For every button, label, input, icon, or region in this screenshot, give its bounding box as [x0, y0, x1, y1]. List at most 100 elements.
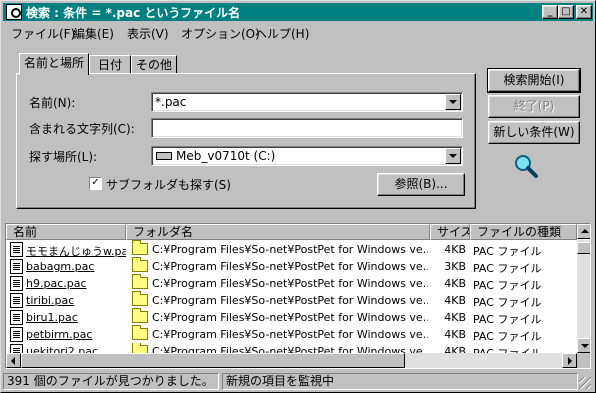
table-row[interactable]: biru1.pac C:¥Program Files¥So-net¥PostPe… — [6, 308, 574, 326]
file-icon — [10, 276, 23, 291]
file-name[interactable]: モモまんじゅうw.pac — [26, 243, 126, 259]
stop-button[interactable]: 終了(P) — [488, 95, 580, 118]
folder-path: C:¥Program Files¥So-net¥PostPet for Wind… — [152, 328, 428, 341]
new-search-button[interactable]: 新しい条件(W) — [488, 121, 580, 144]
magnifier-icon — [515, 155, 538, 178]
menu-options[interactable]: オプション(O) — [181, 25, 260, 42]
table-row[interactable]: モモまんじゅうw.pac C:¥Program Files¥So-net¥Pos… — [6, 240, 574, 259]
drive-icon — [156, 152, 172, 160]
chevron-down-icon[interactable] — [445, 148, 461, 164]
vertical-scroll-thumb[interactable] — [577, 242, 590, 254]
file-name[interactable]: uekitori2.pac — [26, 345, 126, 353]
file-name[interactable]: tiribi.pac — [26, 294, 126, 307]
folder-icon — [132, 257, 148, 272]
file-size: 4KB — [444, 277, 466, 290]
scroll-right-button[interactable] — [562, 353, 577, 368]
contains-text-label: 含まれる文字列(C): — [29, 122, 135, 136]
close-button[interactable]: ✕ — [576, 5, 592, 19]
column-header-name[interactable]: 名前 — [6, 224, 126, 240]
file-size: 3KB — [444, 260, 466, 273]
file-type: PAC ファイル — [473, 313, 542, 326]
status-monitor: 新規の項目を監視中 — [222, 373, 578, 390]
table-row[interactable]: petbirm.pac C:¥Program Files¥So-net¥Post… — [6, 325, 574, 343]
subfolder-label[interactable]: サブフォルダも探す(S) — [106, 176, 231, 193]
menu-file[interactable]: ファイル(F) — [11, 25, 75, 42]
window-title: 検索 : 条件 = *.pac というファイル名 — [26, 6, 241, 20]
horizontal-scrollbar[interactable] — [6, 353, 577, 368]
tab-panel: 名前(N): *.pac 含まれる文字列(C): 探す場所(L): Meb_v0… — [16, 73, 476, 209]
scroll-up-button[interactable] — [577, 224, 590, 239]
find-window: 検索 : 条件 = *.pac というファイル名 _ □ ✕ ファイル(F) 編… — [0, 0, 596, 393]
file-icon — [10, 344, 23, 353]
column-header-folder[interactable]: フォルダ名 — [126, 224, 430, 240]
folder-path: C:¥Program Files¥So-net¥PostPet for Wind… — [152, 294, 428, 307]
folder-icon — [132, 308, 148, 323]
file-name[interactable]: h9.pac.pac — [26, 277, 126, 290]
file-size: 4KB — [444, 328, 466, 341]
table-row[interactable]: tiribi.pac C:¥Program Files¥So-net¥PostP… — [6, 291, 574, 309]
column-header-size[interactable]: サイズ — [430, 224, 470, 240]
name-combobox[interactable]: *.pac — [151, 92, 463, 112]
file-name[interactable]: babagm.pac — [26, 260, 126, 273]
title-bar[interactable]: 検索 : 条件 = *.pac というファイル名 _ □ ✕ — [3, 3, 593, 21]
maximize-button[interactable]: □ — [558, 5, 574, 19]
start-search-button[interactable]: 検索開始(I) — [487, 68, 581, 93]
file-size: 4KB — [444, 294, 466, 307]
name-value: *.pac — [155, 95, 187, 109]
file-icon — [10, 242, 23, 257]
minimize-button[interactable]: _ — [542, 5, 558, 19]
menu-bar: ファイル(F) 編集(E) 表示(V) オプション(O) ヘルプ(H) — [3, 22, 593, 41]
file-size: 4KB — [444, 311, 466, 324]
folder-path: C:¥Program Files¥So-net¥PostPet for Wind… — [152, 260, 428, 273]
find-app-icon — [6, 4, 22, 20]
file-type: PAC ファイル — [473, 330, 542, 343]
menu-help[interactable]: ヘルプ(H) — [255, 25, 309, 42]
file-icon — [10, 293, 23, 308]
scroll-left-button[interactable] — [6, 353, 21, 368]
scroll-corner — [577, 353, 590, 368]
file-type: PAC ファイル — [473, 262, 542, 275]
folder-icon — [132, 291, 148, 306]
tab-name-location[interactable]: 名前と場所 — [19, 53, 89, 75]
file-type: PAC ファイル — [473, 345, 573, 353]
file-icon — [10, 259, 23, 274]
file-name[interactable]: petbirm.pac — [26, 328, 126, 341]
folder-icon — [132, 343, 148, 353]
folder-icon — [132, 240, 148, 255]
file-icon — [10, 327, 23, 342]
menu-view[interactable]: 表示(V) — [127, 25, 169, 42]
table-row[interactable]: babagm.pac C:¥Program Files¥So-net¥PostP… — [6, 257, 574, 275]
scroll-down-button[interactable] — [577, 338, 590, 353]
status-count: 391 個のファイルが見つかりました。 — [3, 373, 219, 390]
folder-path: C:¥Program Files¥So-net¥PostPet for Wind… — [152, 277, 428, 290]
contains-text-input[interactable] — [151, 118, 463, 138]
subfolder-checkbox[interactable]: ✓ — [89, 177, 102, 190]
tab-date[interactable]: 日付 — [89, 55, 131, 75]
folder-icon — [132, 274, 148, 289]
table-row[interactable]: uekitori2.pac C:¥Program Files¥So-net¥Po… — [6, 343, 574, 353]
file-name[interactable]: biru1.pac — [26, 311, 126, 324]
folder-path: C:¥Program Files¥So-net¥PostPet for Wind… — [152, 345, 428, 353]
file-type: PAC ファイル — [473, 296, 542, 309]
status-bar: 391 個のファイルが見つかりました。 新規の項目を監視中 — [3, 372, 593, 391]
folder-icon — [132, 325, 148, 340]
location-label: 探す場所(L): — [29, 150, 98, 164]
file-size: 4KB — [444, 243, 466, 256]
column-header-type[interactable]: ファイルの種類 — [470, 224, 577, 240]
folder-path: C:¥Program Files¥So-net¥PostPet for Wind… — [152, 311, 428, 324]
name-label: 名前(N): — [29, 96, 76, 110]
file-type: PAC ファイル — [473, 245, 542, 258]
browse-button[interactable]: 参照(B)... — [377, 173, 465, 196]
file-size: 4KB — [444, 345, 466, 353]
menu-edit[interactable]: 編集(E) — [73, 25, 114, 42]
location-combobox[interactable]: Meb_v0710t (C:) — [151, 146, 463, 166]
folder-path: C:¥Program Files¥So-net¥PostPet for Wind… — [152, 243, 428, 256]
resize-grip[interactable] — [579, 377, 591, 389]
vertical-scrollbar[interactable] — [577, 240, 590, 353]
results-list[interactable]: 名前 フォルダ名 サイズ ファイルの種類 モモまんじゅうw.pac C:¥Pro… — [5, 223, 591, 369]
horizontal-scroll-thumb[interactable] — [21, 353, 405, 368]
location-value: Meb_v0710t (C:) — [176, 149, 276, 163]
tab-other[interactable]: その他 — [131, 55, 177, 75]
chevron-down-icon[interactable] — [445, 94, 461, 110]
table-row[interactable]: h9.pac.pac C:¥Program Files¥So-net¥PostP… — [6, 274, 574, 292]
